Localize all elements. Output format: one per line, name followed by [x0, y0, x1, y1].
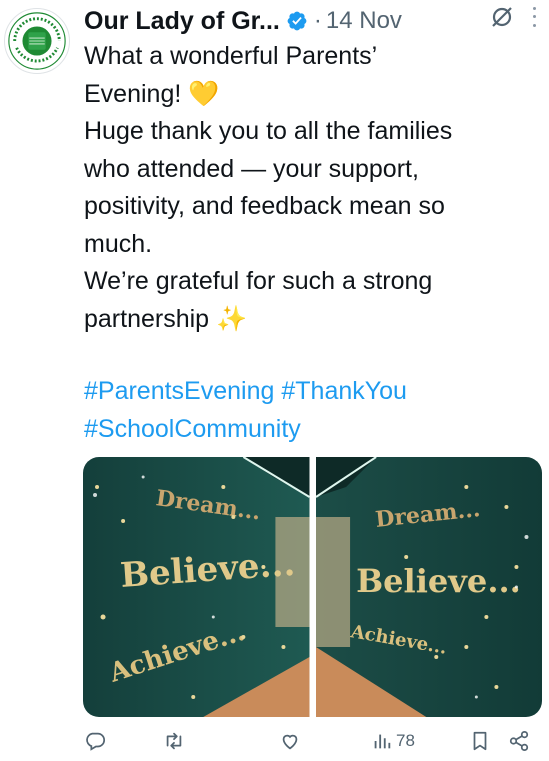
- verified-badge-icon[interactable]: [286, 10, 308, 32]
- display-name[interactable]: Our Lady of Gr...: [84, 7, 280, 36]
- like-button[interactable]: [279, 724, 301, 758]
- media-gallery: Dream... Believe... Achieve... Dream... …: [83, 457, 542, 717]
- tweet-header: Our Lady of Gr... · 14 Nov: [84, 4, 543, 38]
- tweet-text-line: We’re grateful for such a strong partner…: [84, 267, 433, 333]
- retweet-button[interactable]: [163, 724, 185, 758]
- share-icon: [508, 730, 530, 752]
- retweet-icon: [163, 730, 185, 752]
- wall-word: Believe...: [356, 562, 521, 600]
- tweet-text: What a wonderful Parents’ Evening! 💛 Hug…: [84, 38, 539, 338]
- bookmark-icon: [469, 730, 491, 752]
- avatar[interactable]: [4, 8, 70, 74]
- bookmark-button[interactable]: [469, 724, 491, 758]
- views-button[interactable]: 78: [371, 724, 415, 758]
- grok-icon[interactable]: [489, 4, 515, 30]
- more-options-icon[interactable]: [529, 4, 539, 30]
- photo-left[interactable]: Dream... Believe... Achieve...: [83, 457, 310, 717]
- separator: ·: [313, 7, 322, 34]
- like-icon: [279, 730, 301, 752]
- timestamp[interactable]: 14 Nov: [326, 7, 402, 35]
- photo-right[interactable]: Dream... Believe... Achieve...: [315, 457, 542, 717]
- tweet-text-line: What a wonderful Parents’ Evening! 💛: [84, 42, 378, 108]
- hashtags: #ParentsEvening #ThankYou #SchoolCommuni…: [84, 373, 539, 448]
- hashtag-link[interactable]: #ParentsEvening: [84, 377, 274, 405]
- reply-icon: [84, 730, 106, 752]
- action-bar: 78: [84, 724, 540, 758]
- share-button[interactable]: [508, 724, 530, 758]
- school-logo: [5, 9, 69, 73]
- views-count: 78: [396, 731, 415, 750]
- tweet-text-line: Huge thank you to all the families who a…: [84, 117, 453, 258]
- views-icon: [371, 730, 393, 752]
- reply-button[interactable]: [84, 724, 106, 758]
- hashtag-link[interactable]: #SchoolCommunity: [84, 415, 301, 443]
- hashtag-link[interactable]: #ThankYou: [281, 377, 407, 405]
